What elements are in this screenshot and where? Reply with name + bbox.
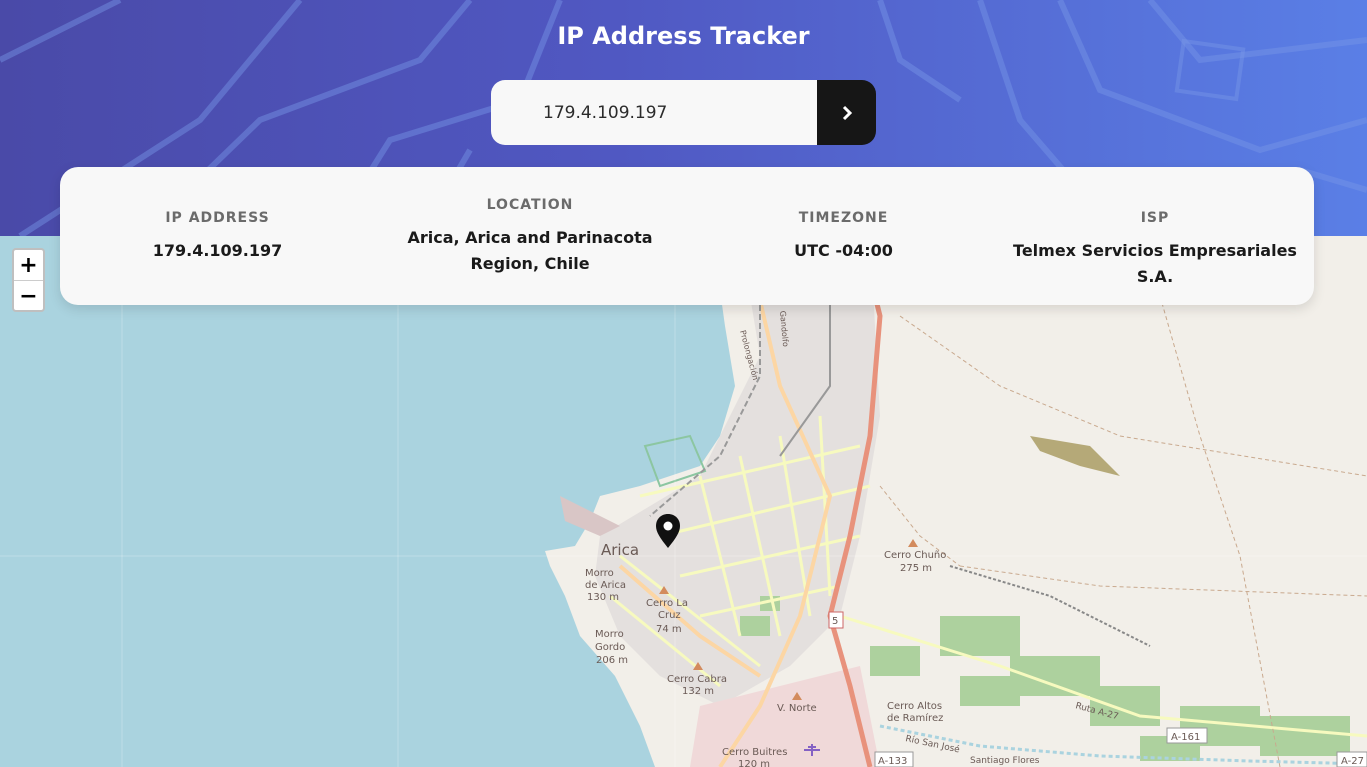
isp-value: Telmex Servicios Empresariales S.A.: [1013, 241, 1297, 286]
map-label-cerro-buitres: Cerro Buitres: [722, 747, 787, 758]
map-label-route-5: 5: [832, 616, 838, 627]
location-label: LOCATION: [486, 197, 574, 213]
map-label-cerro-cabra: Cerro Cabra: [667, 674, 727, 685]
map-label-city: Arica: [601, 541, 639, 559]
zoom-out-button[interactable]: −: [14, 281, 43, 311]
page-title: IP Address Tracker: [557, 22, 810, 50]
map-label-a27: A-27: [1341, 756, 1364, 767]
map-label-cerro-chuno-height: 275 m: [900, 563, 932, 574]
ip-search-form: [491, 80, 876, 145]
map-label-cerro-la-cruz-height: 74 m: [656, 624, 682, 635]
zoom-in-button[interactable]: +: [14, 250, 43, 281]
isp-label: ISP: [1140, 210, 1170, 226]
map-label-morro-arica: Morro: [585, 568, 614, 579]
map-label-cerro-chuno: Cerro Chuño: [884, 550, 946, 561]
map-label-morro-gordo: Morro: [595, 629, 624, 640]
map-label-morro-arica-height: 130 m: [587, 592, 619, 603]
map-label-v-norte: V. Norte: [777, 703, 817, 714]
map-label-cerro-buitres-height: 120 m: [738, 759, 770, 767]
chevron-right-icon: [842, 105, 852, 120]
location-value: Arica, Arica and Parinacota Region, Chil…: [407, 228, 653, 273]
map-label-santiago-flores: Santiago Flores: [970, 756, 1040, 766]
map-zoom-control: + −: [12, 248, 45, 312]
map-label-cerro-altos-2: de Ramírez: [887, 712, 943, 724]
map-label-cerro-altos: Cerro Altos: [887, 701, 942, 712]
search-submit-button[interactable]: [817, 80, 876, 145]
timezone-value: UTC -04:00: [794, 241, 893, 260]
timezone-info: TIMEZONE UTC -04:00: [760, 210, 927, 264]
map-label-cerro-cabra-height: 132 m: [682, 686, 714, 697]
ip-address-value: 179.4.109.197: [152, 241, 283, 260]
ip-address-label: IP ADDRESS: [165, 210, 270, 226]
isp-info: ISP Telmex Servicios Empresariales S.A.: [1000, 210, 1310, 290]
map-label-morro-gordo-2: Gordo: [595, 642, 625, 653]
map-label-cerro-la-cruz: Cerro La: [646, 598, 688, 609]
map-label-a133: A-133: [878, 756, 907, 767]
map-label-morro-gordo-height: 206 m: [596, 655, 628, 666]
ip-info-card: IP ADDRESS 179.4.109.197 LOCATION Arica,…: [60, 167, 1314, 305]
location-info: LOCATION Arica, Arica and Parinacota Reg…: [378, 197, 682, 277]
map-label-a161: A-161: [1171, 732, 1200, 743]
map-view[interactable]: Arica Morro de Arica 130 m Cerro La Cruz…: [0, 236, 1367, 767]
timezone-label: TIMEZONE: [798, 210, 889, 226]
ip-address-info: IP ADDRESS 179.4.109.197: [135, 210, 300, 264]
map-label-cerro-la-cruz-2: Cruz: [658, 610, 681, 621]
map-label-morro-arica-2: de Arica: [585, 580, 626, 591]
ip-search-input[interactable]: [491, 80, 817, 145]
map-tiles: Arica Morro de Arica 130 m Cerro La Cruz…: [0, 236, 1367, 767]
